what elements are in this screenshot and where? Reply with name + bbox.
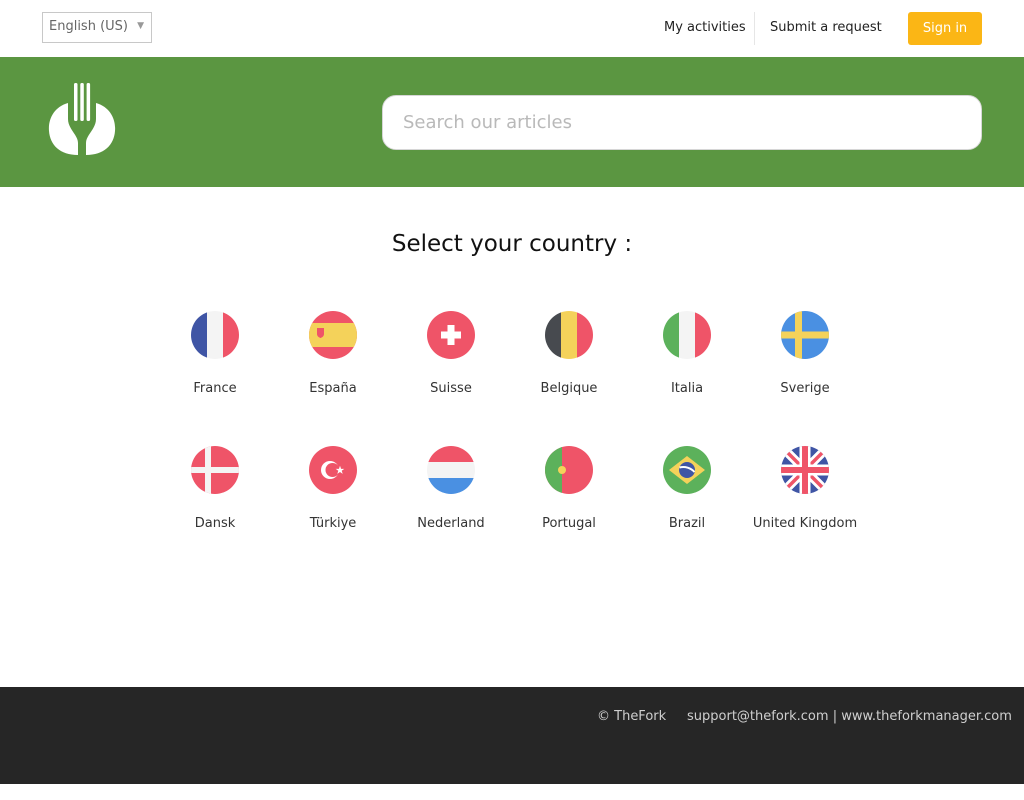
- country-name: Italia: [670, 381, 704, 396]
- country-turkiye[interactable]: Türkiye: [274, 446, 392, 546]
- country-name: Dansk: [194, 516, 236, 531]
- search-input[interactable]: [383, 96, 981, 149]
- country-nederland[interactable]: Nederland: [392, 446, 510, 546]
- country-espana[interactable]: España: [274, 311, 392, 411]
- section-title: Select your country :: [391, 231, 633, 257]
- flag-switzerland-icon: [427, 311, 475, 359]
- website-link[interactable]: www.theforkmanager.com: [841, 709, 1012, 724]
- country-italia[interactable]: Italia: [628, 311, 746, 411]
- country-sverige[interactable]: Sverige: [746, 311, 864, 411]
- chevron-down-icon: ▼: [137, 21, 144, 31]
- hero-banner: [0, 57, 1024, 187]
- country-name: Suisse: [430, 381, 472, 396]
- country-dansk[interactable]: Dansk: [156, 446, 274, 546]
- country-name: France: [193, 381, 237, 396]
- flag-belgium-icon: [545, 311, 593, 359]
- country-name: Nederland: [417, 516, 485, 531]
- flag-portugal-icon: [545, 446, 593, 494]
- footer-contact: support@thefork.com | www.theforkmanager…: [687, 709, 1012, 724]
- fork-logo-icon: [48, 83, 116, 155]
- flag-denmark-icon: [191, 446, 239, 494]
- flag-brazil-icon: [663, 446, 711, 494]
- country-belgique[interactable]: Belgique: [510, 311, 628, 411]
- flag-spain-icon: [309, 311, 357, 359]
- submit-request-link[interactable]: Submit a request: [770, 20, 882, 35]
- country-name: Belgique: [540, 381, 598, 396]
- country-united-kingdom[interactable]: United Kingdom: [746, 446, 864, 546]
- country-name: España: [309, 381, 357, 396]
- country-name: United Kingdom: [752, 516, 858, 531]
- flag-italy-icon: [663, 311, 711, 359]
- country-name: Sverige: [780, 381, 830, 396]
- sign-in-button[interactable]: Sign in: [908, 12, 982, 45]
- footer-copyright: © TheFork: [597, 709, 667, 724]
- country-name: Brazil: [668, 516, 706, 531]
- language-select[interactable]: English (US) ▼: [42, 12, 152, 43]
- country-brazil[interactable]: Brazil: [628, 446, 746, 546]
- top-bar: English (US) ▼ My activities Submit a re…: [0, 0, 1024, 57]
- thefork-logo[interactable]: [48, 81, 116, 157]
- flag-turkey-icon: [309, 446, 357, 494]
- country-name: Türkiye: [309, 516, 357, 531]
- flag-sweden-icon: [781, 311, 829, 359]
- flag-netherlands-icon: [427, 446, 475, 494]
- language-select-value: English (US): [49, 19, 128, 34]
- country-suisse[interactable]: Suisse: [392, 311, 510, 411]
- nav-divider: [754, 12, 755, 45]
- search-box: [382, 95, 982, 150]
- flag-france-icon: [191, 311, 239, 359]
- footer: © TheFork support@thefork.com | www.thef…: [0, 687, 1024, 784]
- support-email-link[interactable]: support@thefork.com: [687, 709, 829, 724]
- country-name: Portugal: [542, 516, 596, 531]
- country-portugal[interactable]: Portugal: [510, 446, 628, 546]
- flag-united-kingdom-icon: [781, 446, 829, 494]
- my-activities-link[interactable]: My activities: [664, 20, 746, 35]
- footer-separator: |: [832, 709, 838, 724]
- country-france[interactable]: France: [156, 311, 274, 411]
